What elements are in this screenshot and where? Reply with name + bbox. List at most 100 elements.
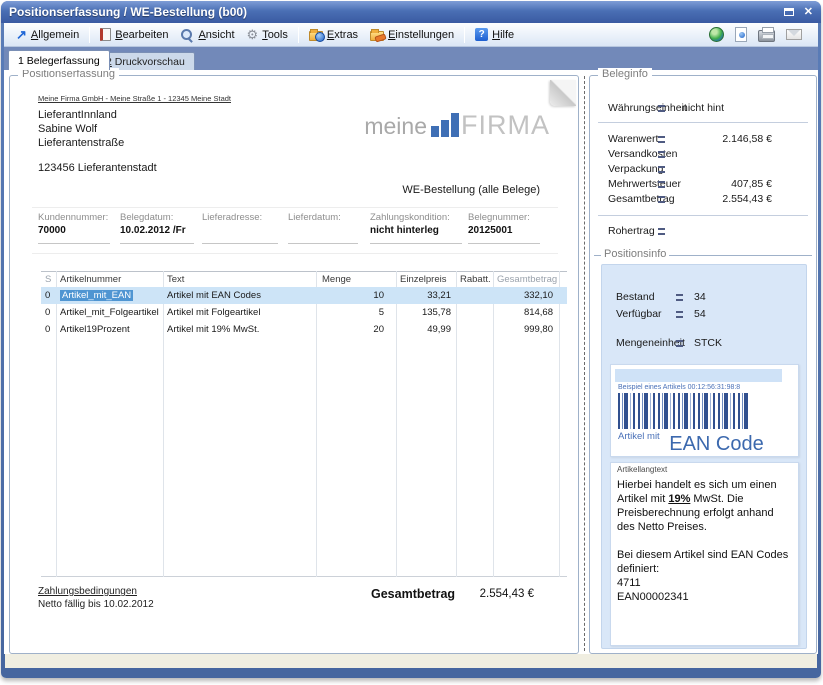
beleginfo-group: Beleginfo Währungseinheit nicht hint War… (589, 75, 817, 654)
separator-line (32, 253, 558, 254)
field-underline (370, 243, 462, 244)
field-value[interactable] (288, 225, 358, 240)
status-bar (5, 654, 817, 668)
beleginfo-value: 2.146,58 € (662, 133, 772, 145)
help-icon: ? (475, 28, 488, 41)
menu-extras-label: Extras (327, 29, 358, 41)
document-info-icon[interactable] (735, 27, 747, 42)
field-label: Kundennummer: (38, 212, 110, 223)
beleginfo-label: Versandkosten (608, 148, 677, 160)
table-line (41, 576, 567, 577)
beleginfo-label: Verpackung (608, 163, 663, 175)
company-logo: meine FIRMA (364, 112, 550, 138)
beleginfo-row: Warenwert 2.146,58 € (590, 133, 816, 148)
beleginfo-value: 407,85 € (662, 178, 772, 190)
cell-gesamtbetrag: 814,68 (493, 307, 559, 318)
recipient-line: LieferantInnland (38, 108, 124, 122)
field-label: Lieferadresse: (202, 212, 278, 223)
logo-word-meine: meine (364, 114, 427, 138)
field-value[interactable] (202, 225, 278, 240)
page-fold-corner (550, 80, 576, 106)
menu-allgemein-label: Allgemein (31, 29, 79, 41)
col-header-rabatt[interactable]: Rabatt. (456, 274, 493, 285)
zahlungsbedingungen-link[interactable]: Zahlungsbedingungen (38, 586, 137, 597)
title-bar: Positionserfassung / WE-Bestellung (b00)… (1, 1, 821, 23)
table-row[interactable]: 0 Artikel_mit_Folgeartikel Artikel mit F… (41, 304, 567, 321)
cell-s: 0 (41, 324, 56, 335)
field-value[interactable]: 70000 (38, 225, 110, 240)
field-belegdatum: Belegdatum: 10.02.2012 /Fr (120, 212, 194, 244)
cell-artikelnummer: Artikel_mit_Folgeartikel (56, 307, 163, 318)
artikellangtext-label: Artikellangtext (617, 465, 667, 474)
equals-icon (676, 340, 683, 347)
beleginfo-value: 2.554,43 € (662, 193, 772, 205)
table-row[interactable]: 0 Artikel19Prozent Artikel mit 19% MwSt.… (41, 321, 567, 338)
menu-ansicht[interactable]: Ansicht (174, 26, 240, 44)
equals-icon (676, 294, 683, 301)
separator-line (598, 122, 808, 123)
beleginfo-row: Versandkosten (590, 148, 816, 163)
menu-extras[interactable]: Extras (303, 26, 364, 43)
recipient-city: 123456 Lieferantenstadt (38, 162, 157, 174)
panel-splitter[interactable] (584, 76, 585, 651)
printer-icon[interactable] (758, 30, 775, 42)
artikellangtext-text[interactable]: Hierbei handelt es sich um einen Artikel… (617, 478, 793, 604)
field-zahlungskondition: Zahlungskondition: nicht hinterleg (370, 212, 462, 244)
field-value[interactable]: nicht hinterleg (370, 225, 462, 240)
equals-icon (676, 311, 683, 318)
positionsinfo-row: Verfügbar 54 (602, 308, 806, 323)
mail-icon[interactable] (786, 29, 802, 40)
close-window-button[interactable]: ✕ (804, 7, 813, 17)
beleginfo-row: Verpackung (590, 163, 816, 178)
beleginfo-label: Warenwert (608, 133, 658, 145)
cell-einzelpreis: 49,99 (396, 324, 456, 335)
separator-line (32, 207, 558, 208)
tab-belegerfassung[interactable]: 1 Belegerfassung (8, 50, 110, 70)
menu-hilfe[interactable]: ? Hilfe (469, 26, 520, 43)
field-value[interactable]: 20125001 (468, 225, 540, 240)
positionsinfo-label: Verfügbar (616, 308, 662, 320)
recipient-line: Lieferantenstraße (38, 136, 124, 150)
col-header-text[interactable]: Text (163, 274, 316, 285)
col-header-s[interactable]: S (41, 274, 56, 285)
field-underline (38, 243, 110, 244)
content-area: Positionserfassung Meine Firma GmbH - Me… (4, 70, 818, 654)
selected-cell[interactable]: Artikel_mit_EAN (60, 290, 133, 301)
positionserfassung-group: Positionserfassung Meine Firma GmbH - Me… (9, 75, 579, 654)
restore-window-button[interactable] (784, 3, 794, 21)
folder-info-icon (309, 31, 323, 41)
positionsinfo-group-label: Positionsinfo (594, 250, 812, 260)
field-belegnummer: Belegnummer: 20125001 (468, 212, 540, 244)
col-header-menge[interactable]: Menge (316, 274, 396, 285)
langtext-p2: Bei diesem Artikel sind EAN Codes defini… (617, 548, 793, 576)
col-header-einzelpreis[interactable]: Einzelpreis (396, 274, 456, 285)
field-value[interactable]: 10.02.2012 /Fr (120, 225, 194, 240)
menu-tools[interactable]: ⚙ Tools (241, 26, 294, 43)
field-underline (202, 243, 278, 244)
sender-line: Meine Firma GmbH - Meine Straße 1 - 1234… (38, 94, 231, 103)
beleginfo-row: Gesamtbetrag 2.554,43 € (590, 193, 816, 208)
tab-druckvorschau-label: 2 Druckvorschau (106, 56, 185, 68)
cell-gesamtbetrag: 999,80 (493, 324, 559, 335)
cell-gesamtbetrag: 332,10 (493, 290, 559, 301)
total-value: 2.554,43 € (430, 588, 534, 600)
col-header-gesamtbetrag[interactable]: Gesamtbetrag (493, 274, 559, 285)
table-row[interactable]: 0 Artikel_mit_EAN Artikel mit EAN Codes … (41, 287, 567, 304)
gear-icon: ⚙ (247, 28, 259, 41)
menu-allgemein[interactable]: ↗ Allgemein (10, 27, 85, 43)
menu-einstellungen[interactable]: Einstellungen (364, 26, 460, 43)
menu-bearbeiten-label: Bearbeiten (115, 29, 168, 41)
menu-bearbeiten[interactable]: Bearbeiten (94, 26, 174, 43)
field-lieferadresse: Lieferadresse: (202, 212, 278, 244)
beleginfo-row: Währungseinheit nicht hint (590, 102, 816, 117)
positionsinfo-row: Bestand 34 (602, 291, 806, 306)
payment-terms-text: Netto fällig bis 10.02.2012 (38, 599, 154, 610)
field-lieferdatum: Lieferdatum: (288, 212, 358, 244)
langtext-highlight: 19% (668, 493, 690, 505)
positionsinfo-value: 34 (694, 291, 706, 303)
document-type-title: WE-Bestellung (alle Belege) (402, 184, 540, 196)
col-header-artikelnummer[interactable]: Artikelnummer (56, 274, 163, 285)
beleginfo-row: Rohertrag (590, 225, 816, 240)
globe-icon[interactable] (709, 27, 724, 42)
cell-menge: 20 (316, 324, 396, 335)
